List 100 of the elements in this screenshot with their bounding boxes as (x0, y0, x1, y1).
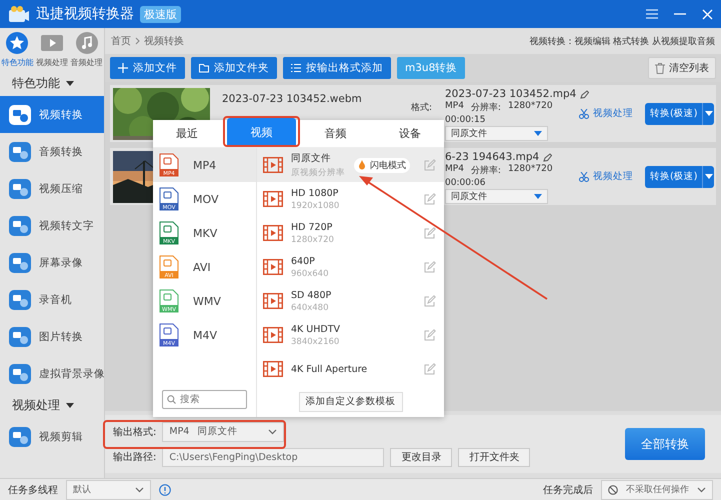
duration: 00:00:15 (445, 115, 486, 125)
sidebar-item[interactable]: 图片转换 (0, 318, 104, 355)
caret-icon (704, 174, 713, 179)
caret-icon (534, 194, 542, 199)
feature-hint: 视频转换：视频编辑 格式转换 从视频提取音频 (529, 36, 715, 48)
resolution-value: 1280*720 (508, 101, 553, 113)
open-folder-button[interactable]: 打开文件夹 (458, 448, 530, 466)
close-icon[interactable] (702, 8, 713, 20)
format-tab[interactable]: 视频 (227, 118, 296, 147)
film-strip-icon (263, 157, 283, 173)
breadcrumb-link[interactable]: 首页 (111, 34, 131, 48)
toolbar-button[interactable]: 按输出格式添加 (283, 57, 391, 79)
add-template-button[interactable]: 添加自定义参数模板 (298, 392, 402, 412)
output-format-label: 输出格式: (113, 426, 156, 438)
preset-item[interactable]: 同原文件 原视频分辨率 闪电模式 (257, 148, 444, 182)
preset-name: 640P (291, 256, 316, 266)
scissors-icon (579, 108, 589, 118)
after-tasks-label: 任务完成后 (543, 484, 593, 496)
menu-icon[interactable] (646, 9, 658, 19)
resolution-value: 1280*720 (508, 164, 553, 176)
output-file-name: 6-23 194643.mp4 (445, 151, 540, 163)
app-tile-icon (9, 178, 31, 198)
format-tab[interactable]: 最近 (153, 120, 222, 147)
app-tile-icon (9, 364, 31, 384)
no-entry-icon (608, 484, 618, 494)
output-path-field[interactable]: C:\Users\FengPing\Desktop (162, 448, 384, 466)
pencil-icon[interactable] (543, 152, 552, 162)
source-file-name: 2023-07-23 103452.webm (222, 93, 362, 105)
plus-icon (118, 63, 128, 73)
sidebar-tab[interactable]: 视频处理 (36, 32, 68, 68)
toolbar-button[interactable]: 添加文件夹 (191, 57, 277, 79)
convert-menu-button[interactable] (702, 102, 714, 124)
video-edit-link[interactable]: 视频处理 (579, 170, 633, 183)
duration: 00:00:06 (445, 178, 486, 188)
preset-resolution: 1920x1080 (291, 200, 340, 210)
change-directory-button[interactable]: 更改目录 (390, 448, 452, 466)
section-title: 视频处理 (12, 396, 60, 414)
sidebar-item[interactable]: 音频转换 (0, 133, 104, 170)
film-strip-icon (263, 225, 283, 241)
format-value: MP4 (445, 101, 464, 113)
flame-icon (358, 160, 366, 170)
sidebar-item[interactable]: 视频转换 (0, 96, 104, 133)
preset-name: 4K Full Aperture (291, 364, 368, 374)
clear-list-button[interactable]: 清空列表 (648, 57, 716, 79)
film-icon (40, 32, 63, 54)
threads-dropdown[interactable]: 默认 (66, 480, 151, 500)
app-tile-icon (9, 216, 31, 236)
resolution-label: 分辨率: (470, 102, 501, 114)
film-strip-icon (263, 293, 283, 309)
chevron-right-icon (135, 37, 140, 45)
app-tile-icon (9, 326, 31, 346)
sidebar-tab[interactable]: 音频处理 (70, 32, 103, 68)
resolution-label: 分辨率: (470, 164, 501, 177)
search-field[interactable]: 搜索 (162, 390, 247, 409)
sidebar-tab[interactable]: 特色功能 (1, 32, 34, 68)
chevron-icon (697, 486, 706, 492)
window-title: 迅捷视频转换器 (36, 5, 134, 23)
video-edit-link[interactable]: 视频处理 (579, 107, 633, 120)
lightning-mode-badge: 闪电模式 (354, 158, 410, 172)
trash-icon (655, 62, 665, 74)
after-tasks-dropdown[interactable]: 不采取任何操作 (601, 480, 713, 500)
preset-name: HD 1080P (291, 188, 340, 198)
film-strip-icon (263, 191, 283, 207)
toolbar-button[interactable]: 添加文件 (110, 57, 185, 79)
caret-icon (534, 131, 542, 136)
search-icon (167, 395, 176, 404)
film-strip-icon (263, 327, 283, 343)
sidebar-item[interactable]: 视频压缩 (0, 170, 104, 207)
sidebar-item[interactable]: 视频剪辑 (0, 418, 104, 455)
preset-resolution: 1280x720 (291, 234, 335, 244)
breadcrumb-link[interactable]: 视频转换 (144, 34, 184, 48)
preset-dropdown[interactable]: 同原文件 (445, 189, 548, 204)
app-tile-icon (9, 104, 31, 124)
list-icon (291, 63, 301, 73)
preset-dropdown[interactable]: 同原文件 (445, 126, 548, 141)
section-title: 特色功能 (12, 74, 60, 92)
convert-menu-button[interactable] (702, 166, 714, 188)
chevron-icon (135, 486, 144, 492)
app-tile-icon (9, 142, 31, 162)
pencil-icon[interactable] (580, 90, 590, 98)
format-label: 格式: (411, 102, 434, 114)
format-tab[interactable]: 设备 (376, 120, 444, 147)
sidebar-item[interactable]: 录音机 (0, 281, 104, 318)
convert-button[interactable]: 转换(极速) (645, 166, 702, 188)
app-tile-icon (9, 290, 31, 310)
film-strip-icon (263, 259, 283, 275)
preset-name: HD 720P (291, 222, 334, 232)
app-tile-icon (9, 252, 31, 272)
sidebar-item[interactable]: 屏幕录像 (0, 244, 104, 281)
info-icon[interactable] (159, 484, 171, 496)
sidebar-item[interactable]: 视频转文字 (0, 207, 104, 244)
output-path-label: 输出路径: (113, 450, 156, 464)
convert-all-button[interactable]: 全部转换 (625, 428, 705, 460)
preset-resolution: 960x640 (291, 268, 330, 278)
convert-button[interactable]: 转换(极速) (645, 102, 702, 124)
output-format-dropdown[interactable]: MP4 同原文件 (162, 422, 284, 442)
format-value: MP4 (445, 164, 464, 176)
output-file-name: 2023-07-23 103452.mp4 (445, 88, 576, 100)
preset-name: 同原文件 (291, 152, 332, 164)
music-note-icon (76, 32, 98, 54)
